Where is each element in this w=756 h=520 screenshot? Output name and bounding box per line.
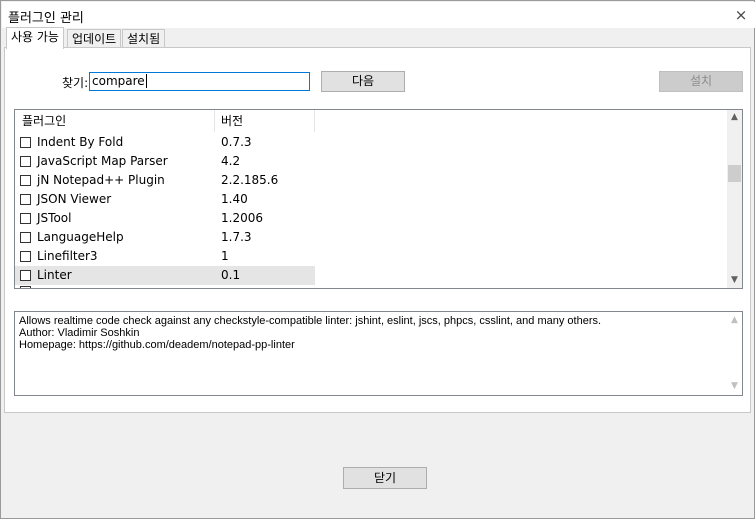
checkbox[interactable] [20,137,31,148]
checkbox-partial [20,286,31,288]
plugin-name: Indent By Fold [37,135,124,149]
search-input-value: compare [92,74,145,88]
search-input[interactable]: compare [89,72,310,91]
scroll-thumb[interactable] [728,165,741,182]
plugin-name: JSON Viewer [37,192,112,206]
close-icon[interactable]: × [730,6,752,24]
plugin-version: 0.7.3 [221,135,252,149]
checkbox[interactable] [20,213,31,224]
checkbox[interactable] [20,194,31,205]
plugin-version: 1 [221,249,229,263]
description-text: Allows realtime code check against any c… [19,315,602,327]
search-label: 찾기: [62,76,89,90]
scroll-down-icon[interactable]: ▼ [727,275,742,285]
list-item[interactable]: JSTool 1.2006 [15,209,315,228]
next-button[interactable]: 다음 [321,71,405,92]
plugin-name: JavaScript Map Parser [37,154,168,168]
list-item-selected[interactable]: Linter 0.1 [15,266,315,285]
checkbox[interactable] [20,156,31,167]
checkbox[interactable] [20,251,31,262]
install-button[interactable]: 설치 [659,71,743,92]
list-item[interactable]: LanguageHelp 1.7.3 [15,228,315,247]
tab-available[interactable]: 사용 가능 [6,27,64,49]
plugin-version: 4.2 [221,154,241,168]
tab-installed[interactable]: 설치됨 [122,29,166,48]
plugin-manager-window: 플러그인 관리 × 사용 가능 업데이트 설치됨 찾기: compare 다음 … [0,0,755,519]
checkbox[interactable] [20,175,31,186]
list-item[interactable]: JSON Viewer 1.40 [15,190,315,209]
homepage-text: Homepage: https://github.com/deadem/note… [19,339,295,351]
scroll-up-icon: ▲ [731,315,738,325]
column-separator[interactable] [314,110,315,132]
title-bar: 플러그인 관리 × [2,2,755,28]
plugin-name: JSTool [37,211,72,225]
plugin-version: 0.1 [221,268,241,282]
description-box[interactable]: Allows realtime code check against any c… [14,311,743,396]
window-title: 플러그인 관리 [8,11,84,26]
list-item[interactable]: JavaScript Map Parser 4.2 [15,152,315,171]
list-header: 플러그인 버전 [15,110,315,132]
column-header-version[interactable]: 버전 [221,110,243,132]
list-item[interactable]: jN Notepad++ Plugin 2.2.185.6 [15,171,315,190]
scroll-up-icon[interactable]: ▲ [727,112,742,122]
column-header-plugin[interactable]: 플러그인 [22,110,66,132]
plugin-list[interactable]: 플러그인 버전 Indent By Fold 0.7.3 JavaScript … [14,109,743,289]
plugin-name: Linefilter3 [37,249,98,263]
plugin-version: 1.7.3 [221,230,252,244]
plugin-version: 1.40 [221,192,248,206]
plugin-version: 2.2.185.6 [221,173,279,187]
list-scrollbar[interactable]: ▲ ▼ [727,110,742,288]
list-item[interactable]: Linefilter3 1 [15,247,315,266]
close-button[interactable]: 닫기 [343,467,427,489]
list-item[interactable]: Indent By Fold 0.7.3 [15,133,315,152]
plugin-name: Linter [37,268,72,282]
plugin-version: 1.2006 [221,211,263,225]
checkbox[interactable] [20,270,31,281]
checkbox[interactable] [20,232,31,243]
tab-updates[interactable]: 업데이트 [67,29,122,48]
author-text: Author: Vladimir Soshkin [19,327,140,339]
scroll-down-icon: ▼ [731,381,738,391]
column-separator[interactable] [214,110,215,132]
plugin-name: jN Notepad++ Plugin [37,173,165,187]
plugin-name: LanguageHelp [37,230,124,244]
